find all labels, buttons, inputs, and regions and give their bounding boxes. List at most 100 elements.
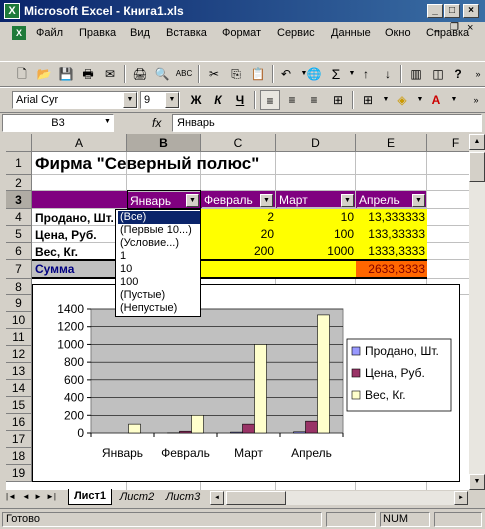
filter-option-custom[interactable]: (Условие...) bbox=[118, 237, 181, 250]
borders-icon[interactable]: ⊞ bbox=[358, 90, 378, 110]
filter-dropdown-icon[interactable]: ▼ bbox=[341, 194, 354, 207]
menu-tools[interactable]: Сервис bbox=[277, 27, 315, 39]
underline-button[interactable]: Ч bbox=[230, 90, 250, 110]
column-header-d[interactable]: D bbox=[276, 134, 356, 152]
tab-first-icon[interactable]: |◄ bbox=[6, 492, 16, 501]
close-button[interactable]: × bbox=[463, 4, 479, 18]
tab-prev-icon[interactable]: ◄ bbox=[22, 492, 30, 501]
column-header-b[interactable]: B bbox=[127, 134, 201, 152]
fill-color-icon[interactable]: ◈ bbox=[392, 90, 412, 110]
cell-e4[interactable]: 13,333333 bbox=[356, 209, 425, 226]
align-center-icon[interactable]: ≡ bbox=[282, 90, 302, 110]
horizontal-scrollbar[interactable]: ◄ ► bbox=[210, 491, 468, 505]
row-header-5[interactable]: 5 bbox=[6, 226, 32, 243]
menu-view[interactable]: Вид bbox=[130, 27, 150, 39]
filter-option-top10[interactable]: (Первые 10...) bbox=[118, 224, 194, 237]
filter-option-value[interactable]: 10 bbox=[118, 263, 134, 276]
select-all-corner[interactable] bbox=[6, 134, 32, 152]
row-header-11[interactable]: 11 bbox=[6, 329, 32, 346]
copy-icon[interactable]: ⎘ bbox=[226, 64, 246, 84]
column-header-c[interactable]: C bbox=[201, 134, 276, 152]
chevron-down-icon[interactable]: ▼ bbox=[165, 92, 179, 108]
cell-c4[interactable]: 2 bbox=[201, 209, 274, 226]
cell-d6[interactable]: 1000 bbox=[276, 243, 354, 260]
drawing-icon[interactable]: ◫ bbox=[428, 64, 448, 84]
maximize-button[interactable]: □ bbox=[444, 4, 460, 18]
scroll-up-icon[interactable]: ▲ bbox=[469, 134, 485, 150]
scroll-down-icon[interactable]: ▼ bbox=[469, 474, 485, 490]
sort-descending-icon[interactable]: ↓ bbox=[378, 64, 398, 84]
vertical-scrollbar[interactable]: ▲ ▼ bbox=[469, 134, 485, 490]
scroll-thumb[interactable] bbox=[226, 491, 286, 505]
print-icon[interactable]: 🖨 bbox=[130, 64, 150, 84]
worksheet-grid[interactable]: A B C D E F 1 2 3 4 5 6 7 8 9 10 11 12 1… bbox=[6, 134, 485, 490]
scroll-left-icon[interactable]: ◄ bbox=[210, 491, 224, 505]
undo-icon[interactable]: ↶ bbox=[276, 64, 296, 84]
row-header-17[interactable]: 17 bbox=[6, 431, 32, 448]
row-header-10[interactable]: 10 bbox=[6, 312, 32, 329]
sort-ascending-icon[interactable]: ↑ bbox=[356, 64, 376, 84]
tab-last-icon[interactable]: ►| bbox=[46, 492, 56, 501]
filter-dropdown-icon[interactable]: ▼ bbox=[186, 194, 199, 207]
menu-help[interactable]: Справка bbox=[426, 27, 469, 39]
chart-wizard-icon[interactable]: ▥ bbox=[406, 64, 426, 84]
cell-e6[interactable]: 1333,3333 bbox=[356, 243, 425, 260]
row-header-2[interactable]: 2 bbox=[6, 175, 32, 191]
excel-icon[interactable]: X bbox=[4, 3, 20, 19]
align-right-icon[interactable]: ≡ bbox=[304, 90, 324, 110]
scroll-thumb[interactable] bbox=[469, 152, 485, 182]
formula-input[interactable]: Январь bbox=[172, 114, 482, 132]
row-header-12[interactable]: 12 bbox=[6, 346, 32, 363]
cell-d5[interactable]: 100 bbox=[276, 226, 354, 243]
scroll-right-icon[interactable]: ► bbox=[454, 491, 468, 505]
open-icon[interactable]: 📂 bbox=[34, 64, 54, 84]
hyperlink-icon[interactable]: 🌐 bbox=[304, 64, 324, 84]
row-header-8[interactable]: 8 bbox=[6, 279, 32, 295]
column-header-a[interactable]: A bbox=[32, 134, 127, 152]
help-icon[interactable]: ? bbox=[448, 64, 468, 84]
toolbar-options-icon[interactable]: » bbox=[466, 90, 485, 110]
row-header-6[interactable]: 6 bbox=[6, 243, 32, 260]
align-left-icon[interactable]: ≡ bbox=[260, 90, 280, 110]
row-header-1[interactable]: 1 bbox=[6, 152, 32, 175]
row-header-9[interactable]: 9 bbox=[6, 295, 32, 312]
spelling-icon[interactable]: ABC bbox=[174, 64, 194, 84]
row-header-13[interactable]: 13 bbox=[6, 363, 32, 380]
chevron-down-icon[interactable]: ▼ bbox=[104, 118, 111, 125]
chevron-down-icon[interactable]: ▼ bbox=[123, 92, 137, 108]
menu-data[interactable]: Данные bbox=[331, 27, 371, 39]
bold-button[interactable]: Ж bbox=[186, 90, 206, 110]
row-header-16[interactable]: 16 bbox=[6, 414, 32, 431]
document-icon[interactable]: X bbox=[12, 26, 26, 40]
cell-a7[interactable]: Сумма bbox=[35, 260, 74, 278]
column-header-e[interactable]: E bbox=[356, 134, 427, 152]
cell-a6[interactable]: Вес, Кг. bbox=[33, 243, 127, 260]
minimize-button[interactable]: _ bbox=[427, 4, 443, 18]
cell-e5[interactable]: 133,33333 bbox=[356, 226, 425, 243]
save-icon[interactable]: 💾 bbox=[56, 64, 76, 84]
permission-icon[interactable]: 🖶 bbox=[78, 64, 98, 84]
menu-window[interactable]: Окно bbox=[385, 27, 411, 39]
filter-option-all[interactable]: (Все) bbox=[118, 211, 200, 224]
doc-minimize-button[interactable]: _ bbox=[434, 22, 440, 33]
font-size-select[interactable]: 9 ▼ bbox=[140, 91, 180, 109]
row-header-18[interactable]: 18 bbox=[6, 448, 32, 465]
tab-next-icon[interactable]: ► bbox=[34, 492, 42, 501]
cell-a4[interactable]: Продано, Шт. bbox=[33, 209, 127, 226]
tab-sheet2[interactable]: Лист2 bbox=[114, 490, 160, 505]
menu-insert[interactable]: Вставка bbox=[166, 27, 207, 39]
menu-edit[interactable]: Правка bbox=[79, 27, 116, 39]
toolbar-options-icon[interactable]: » bbox=[468, 64, 485, 84]
tab-sheet3[interactable]: Лист3 bbox=[160, 490, 206, 505]
autofilter-list[interactable]: (Все) (Первые 10...) (Условие...) 1 10 1… bbox=[115, 209, 201, 317]
font-color-icon[interactable]: A bbox=[426, 90, 446, 110]
cell-a5[interactable]: Цена, Руб. bbox=[33, 226, 127, 243]
new-icon[interactable]: 🗋 bbox=[12, 64, 32, 84]
filter-option-nonblanks[interactable]: (Непустые) bbox=[118, 302, 179, 315]
font-color-dropdown-icon[interactable]: ▼ bbox=[444, 90, 464, 110]
tab-sheet1[interactable]: Лист1 bbox=[68, 489, 112, 505]
font-name-select[interactable]: Arial Cyr ▼ bbox=[12, 91, 138, 109]
italic-button[interactable]: К bbox=[208, 90, 228, 110]
row-header-19[interactable]: 19 bbox=[6, 465, 32, 482]
filter-option-value[interactable]: 100 bbox=[118, 276, 140, 289]
